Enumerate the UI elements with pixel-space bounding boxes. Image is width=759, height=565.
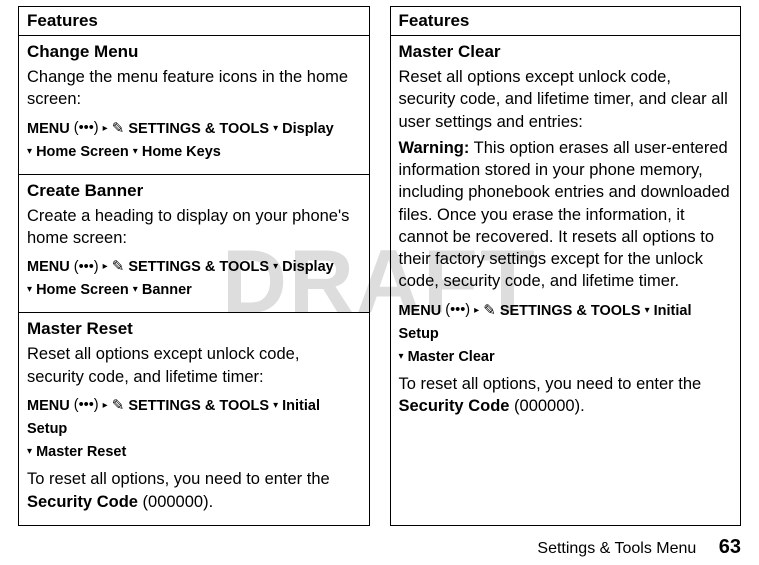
section-title: Change Menu: [27, 42, 361, 62]
left-header: Features: [19, 7, 369, 36]
section-body: To reset all options, you need to enter …: [27, 468, 361, 513]
text: To reset all options, you need to enter …: [27, 470, 330, 488]
arrow-right-icon: ▸: [103, 259, 108, 275]
nav-path: MENU (•••) ▸ ✎ SETTINGS & TOOLS ▾ Displa…: [27, 117, 361, 164]
security-code-label: Security Code: [399, 397, 510, 415]
nav-path: MENU (•••) ▸ ✎ SETTINGS & TOOLS ▾ Initia…: [399, 299, 733, 369]
arrow-right-icon: ▸: [474, 303, 479, 319]
arrow-down-icon: ▾: [133, 282, 138, 298]
path-item: Display: [282, 259, 334, 275]
nav-path: MENU (•••) ▸ ✎ SETTINGS & TOOLS ▾ Displa…: [27, 255, 361, 302]
section-master-reset: Master Reset Reset all options except un…: [19, 313, 369, 524]
arrow-down-icon: ▾: [399, 349, 404, 365]
path-menu: MENU: [27, 398, 70, 414]
settings-tools-icon: ✎: [483, 299, 496, 323]
section-body: Reset all options except unlock code, se…: [27, 343, 361, 388]
section-create-banner: Create Banner Create a heading to displa…: [19, 175, 369, 314]
settings-tools-icon: ✎: [112, 394, 125, 418]
left-column: Features Change Menu Change the menu fea…: [18, 6, 370, 526]
path-item: Master Reset: [36, 444, 126, 460]
menu-key-icon: (•••): [445, 299, 470, 322]
section-body: Change the menu feature icons in the hom…: [27, 66, 361, 111]
arrow-down-icon: ▾: [273, 259, 278, 275]
warning-text: Warning: This option erases all user-ent…: [399, 137, 733, 293]
section-change-menu: Change Menu Change the menu feature icon…: [19, 36, 369, 175]
path-item: Master Clear: [408, 349, 495, 365]
warning-body: This option erases all user-entered info…: [399, 139, 730, 291]
arrow-down-icon: ▾: [645, 303, 650, 319]
arrow-down-icon: ▾: [273, 398, 278, 414]
arrow-down-icon: ▾: [133, 144, 138, 160]
path-item: Home Screen: [36, 144, 129, 160]
arrow-down-icon: ▾: [27, 444, 32, 460]
warning-label: Warning:: [399, 139, 470, 157]
arrow-down-icon: ▾: [27, 282, 32, 298]
menu-key-icon: (•••): [74, 256, 99, 279]
path-menu: MENU: [399, 302, 442, 318]
section-title: Master Clear: [399, 42, 733, 62]
section-body: Create a heading to display on your phon…: [27, 205, 361, 250]
arrow-right-icon: ▸: [103, 121, 108, 137]
security-code-label: Security Code: [27, 493, 138, 511]
page-footer: Settings & Tools Menu 63: [537, 536, 741, 559]
text: (000000).: [138, 493, 213, 511]
right-header: Features: [391, 7, 741, 36]
section-body: To reset all options, you need to enter …: [399, 373, 733, 418]
path-item: Banner: [142, 282, 192, 298]
right-column: Features Master Clear Reset all options …: [390, 6, 742, 526]
path-item: Home Screen: [36, 282, 129, 298]
menu-key-icon: (•••): [74, 394, 99, 417]
path-tools: SETTINGS & TOOLS: [128, 120, 269, 136]
path-tools: SETTINGS & TOOLS: [500, 302, 641, 318]
path-tools: SETTINGS & TOOLS: [128, 259, 269, 275]
section-title: Master Reset: [27, 319, 361, 339]
section-body: Reset all options except unlock code, se…: [399, 66, 733, 133]
page-number: 63: [719, 536, 741, 558]
path-item: Home Keys: [142, 144, 221, 160]
menu-key-icon: (•••): [74, 117, 99, 140]
path-item: Display: [282, 120, 334, 136]
arrow-right-icon: ▸: [103, 398, 108, 414]
nav-path: MENU (•••) ▸ ✎ SETTINGS & TOOLS ▾ Initia…: [27, 394, 361, 464]
path-tools: SETTINGS & TOOLS: [128, 398, 269, 414]
settings-tools-icon: ✎: [112, 255, 125, 279]
arrow-down-icon: ▾: [27, 144, 32, 160]
section-master-clear: Master Clear Reset all options except un…: [391, 36, 741, 430]
settings-tools-icon: ✎: [112, 117, 125, 141]
path-menu: MENU: [27, 259, 70, 275]
arrow-down-icon: ▾: [273, 121, 278, 137]
text: To reset all options, you need to enter …: [399, 375, 702, 393]
footer-text: Settings & Tools Menu: [537, 540, 696, 557]
path-menu: MENU: [27, 120, 70, 136]
text: (000000).: [509, 397, 584, 415]
section-title: Create Banner: [27, 181, 361, 201]
